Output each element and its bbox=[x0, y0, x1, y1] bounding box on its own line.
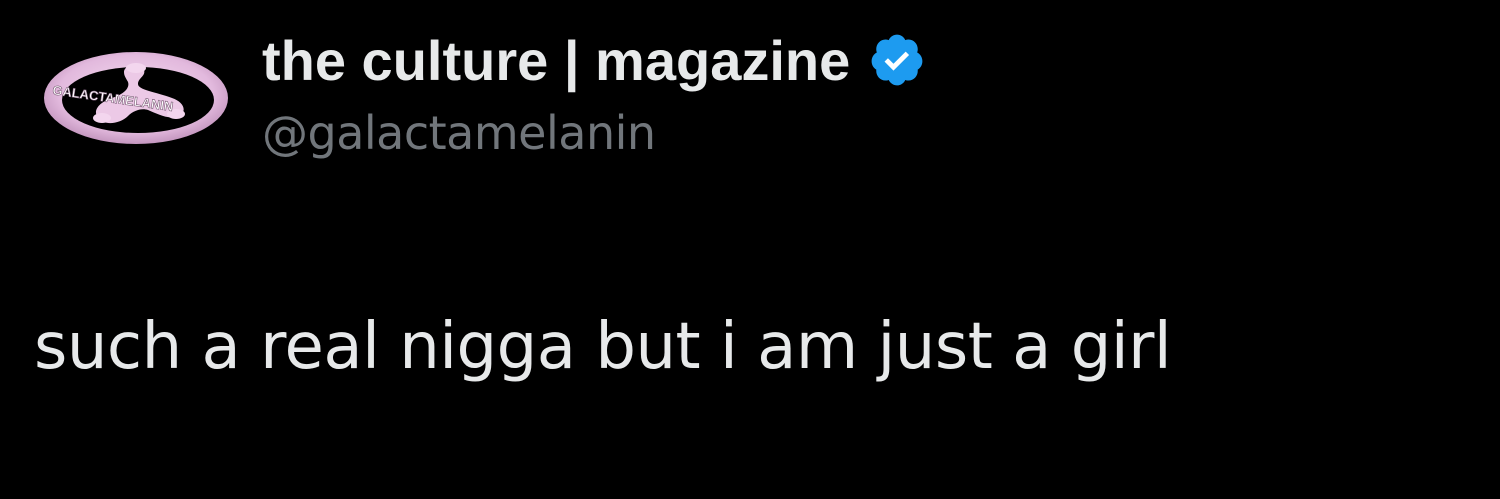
galactamelanin-logo-icon: GALACTAMELANIN bbox=[44, 52, 228, 144]
name-row: the culture | magazine bbox=[262, 24, 926, 96]
tweet-card: GALACTAMELANIN the culture | magazine @g… bbox=[0, 0, 1500, 499]
verified-badge-icon bbox=[868, 31, 926, 89]
display-name[interactable]: the culture | magazine bbox=[262, 28, 850, 93]
tweet-text: such a real nigga but i am just a girl bbox=[34, 310, 1172, 384]
avatar[interactable]: GALACTAMELANIN bbox=[38, 40, 234, 152]
tweet-header: the culture | magazine @galactamelanin bbox=[262, 24, 926, 160]
user-handle[interactable]: @galactamelanin bbox=[262, 106, 926, 160]
